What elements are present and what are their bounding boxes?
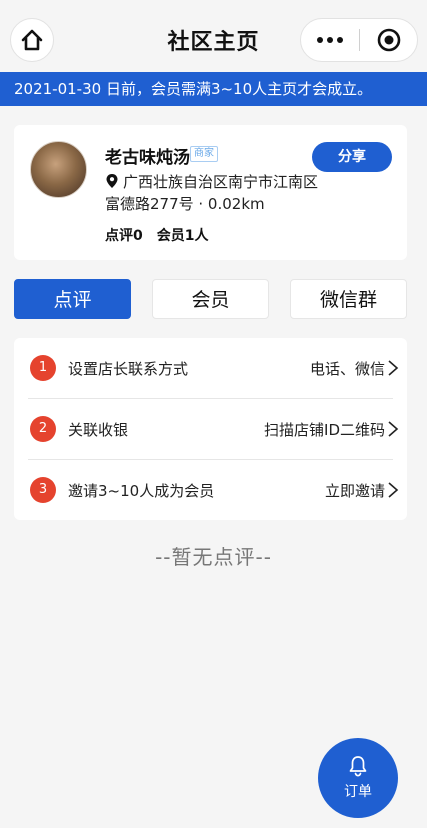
- step-invite[interactable]: 3 邀请3~10人成为会员 立即邀请: [14, 460, 407, 520]
- shop-name: 老古味炖汤: [105, 148, 190, 168]
- step-label: 设置店长联系方式: [68, 360, 189, 378]
- step-cashier[interactable]: 2 关联收银 扫描店铺ID二维码: [14, 399, 407, 459]
- more-button[interactable]: [301, 37, 359, 43]
- bell-icon: [349, 756, 367, 777]
- step-action: 电话、微信: [309, 360, 385, 378]
- step-contact[interactable]: 1 设置店长联系方式 电话、微信: [14, 338, 407, 398]
- step-number-badge: 1: [30, 355, 56, 381]
- notice-banner: 2021-01-30 日前，会员需满3~10人主页才会成立。: [0, 72, 427, 106]
- shop-address: 广西壮族自治区南宁市江南区富德路277号 · 0.02km: [105, 171, 320, 215]
- setup-steps: 1 设置店长联系方式 电话、微信 2 关联收银 扫描店铺ID二维码 3 邀请3~…: [14, 338, 407, 520]
- location-pin-icon: [106, 174, 118, 188]
- more-icon-dot: [327, 37, 333, 43]
- tab-wechat-group[interactable]: 微信群: [290, 279, 407, 319]
- step-number-badge: 3: [30, 477, 56, 503]
- step-action: 扫描店铺ID二维码: [264, 421, 385, 439]
- merchant-tag: 商家: [190, 146, 218, 162]
- step-label: 关联收银: [68, 421, 129, 439]
- avatar: [30, 141, 87, 198]
- step-label: 邀请3~10人成为会员: [68, 482, 215, 500]
- step-action: 立即邀请: [324, 482, 385, 500]
- member-count: 会员1人: [156, 228, 209, 244]
- empty-state-text: --暂无点评--: [155, 545, 272, 569]
- orders-fab[interactable]: 订单: [318, 738, 398, 818]
- tab-bar: 点评 会员 微信群: [14, 279, 407, 319]
- address-text: 广西壮族自治区南宁市江南区富德路277号 · 0.02km: [105, 173, 319, 213]
- chevron-right-icon: [388, 360, 399, 376]
- nav-bar: 社区主页: [0, 0, 427, 72]
- more-icon-dot: [317, 37, 323, 43]
- share-button[interactable]: 分享: [312, 142, 392, 172]
- orders-label: 订单: [344, 784, 372, 800]
- close-button[interactable]: [360, 27, 417, 53]
- shop-stats: 点评0 会员1人: [105, 225, 209, 245]
- target-icon: [377, 28, 400, 52]
- mini-program-capsule: [300, 18, 418, 62]
- review-count: 点评0: [105, 228, 143, 244]
- tab-members[interactable]: 会员: [152, 279, 269, 319]
- more-icon-dot: [337, 37, 343, 43]
- shop-card: 老古味炖汤 商家 分享 广西壮族自治区南宁市江南区富德路277号 · 0.02k…: [14, 125, 407, 260]
- chevron-right-icon: [388, 421, 399, 437]
- chevron-right-icon: [388, 482, 399, 498]
- step-number-badge: 2: [30, 416, 56, 442]
- tab-reviews[interactable]: 点评: [14, 279, 131, 319]
